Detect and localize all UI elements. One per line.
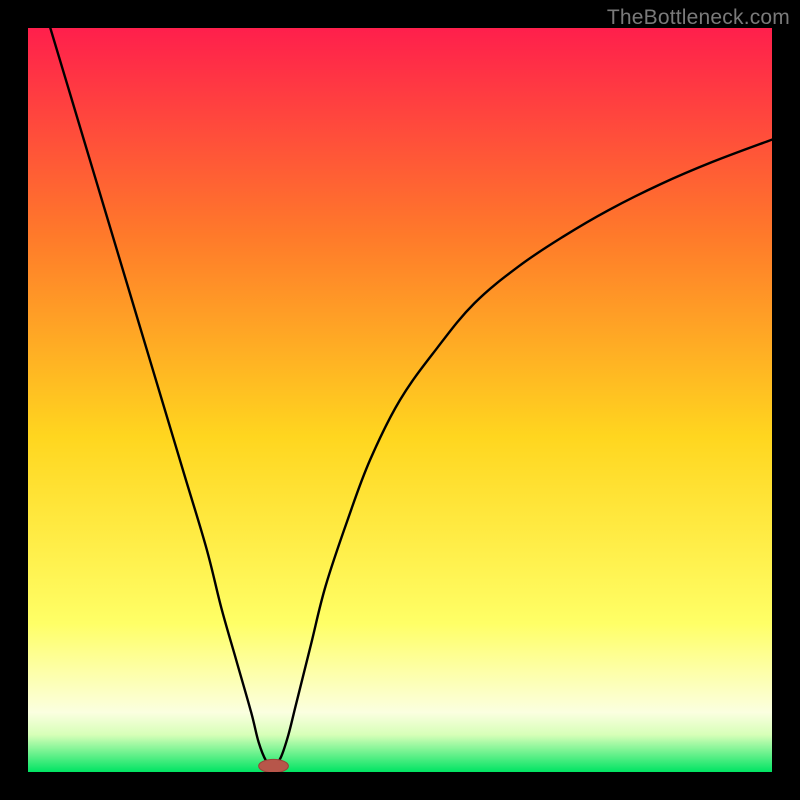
notch-marker [259,759,289,772]
chart-frame [28,28,772,772]
bottleneck-chart [28,28,772,772]
watermark-text: TheBottleneck.com [607,6,790,30]
